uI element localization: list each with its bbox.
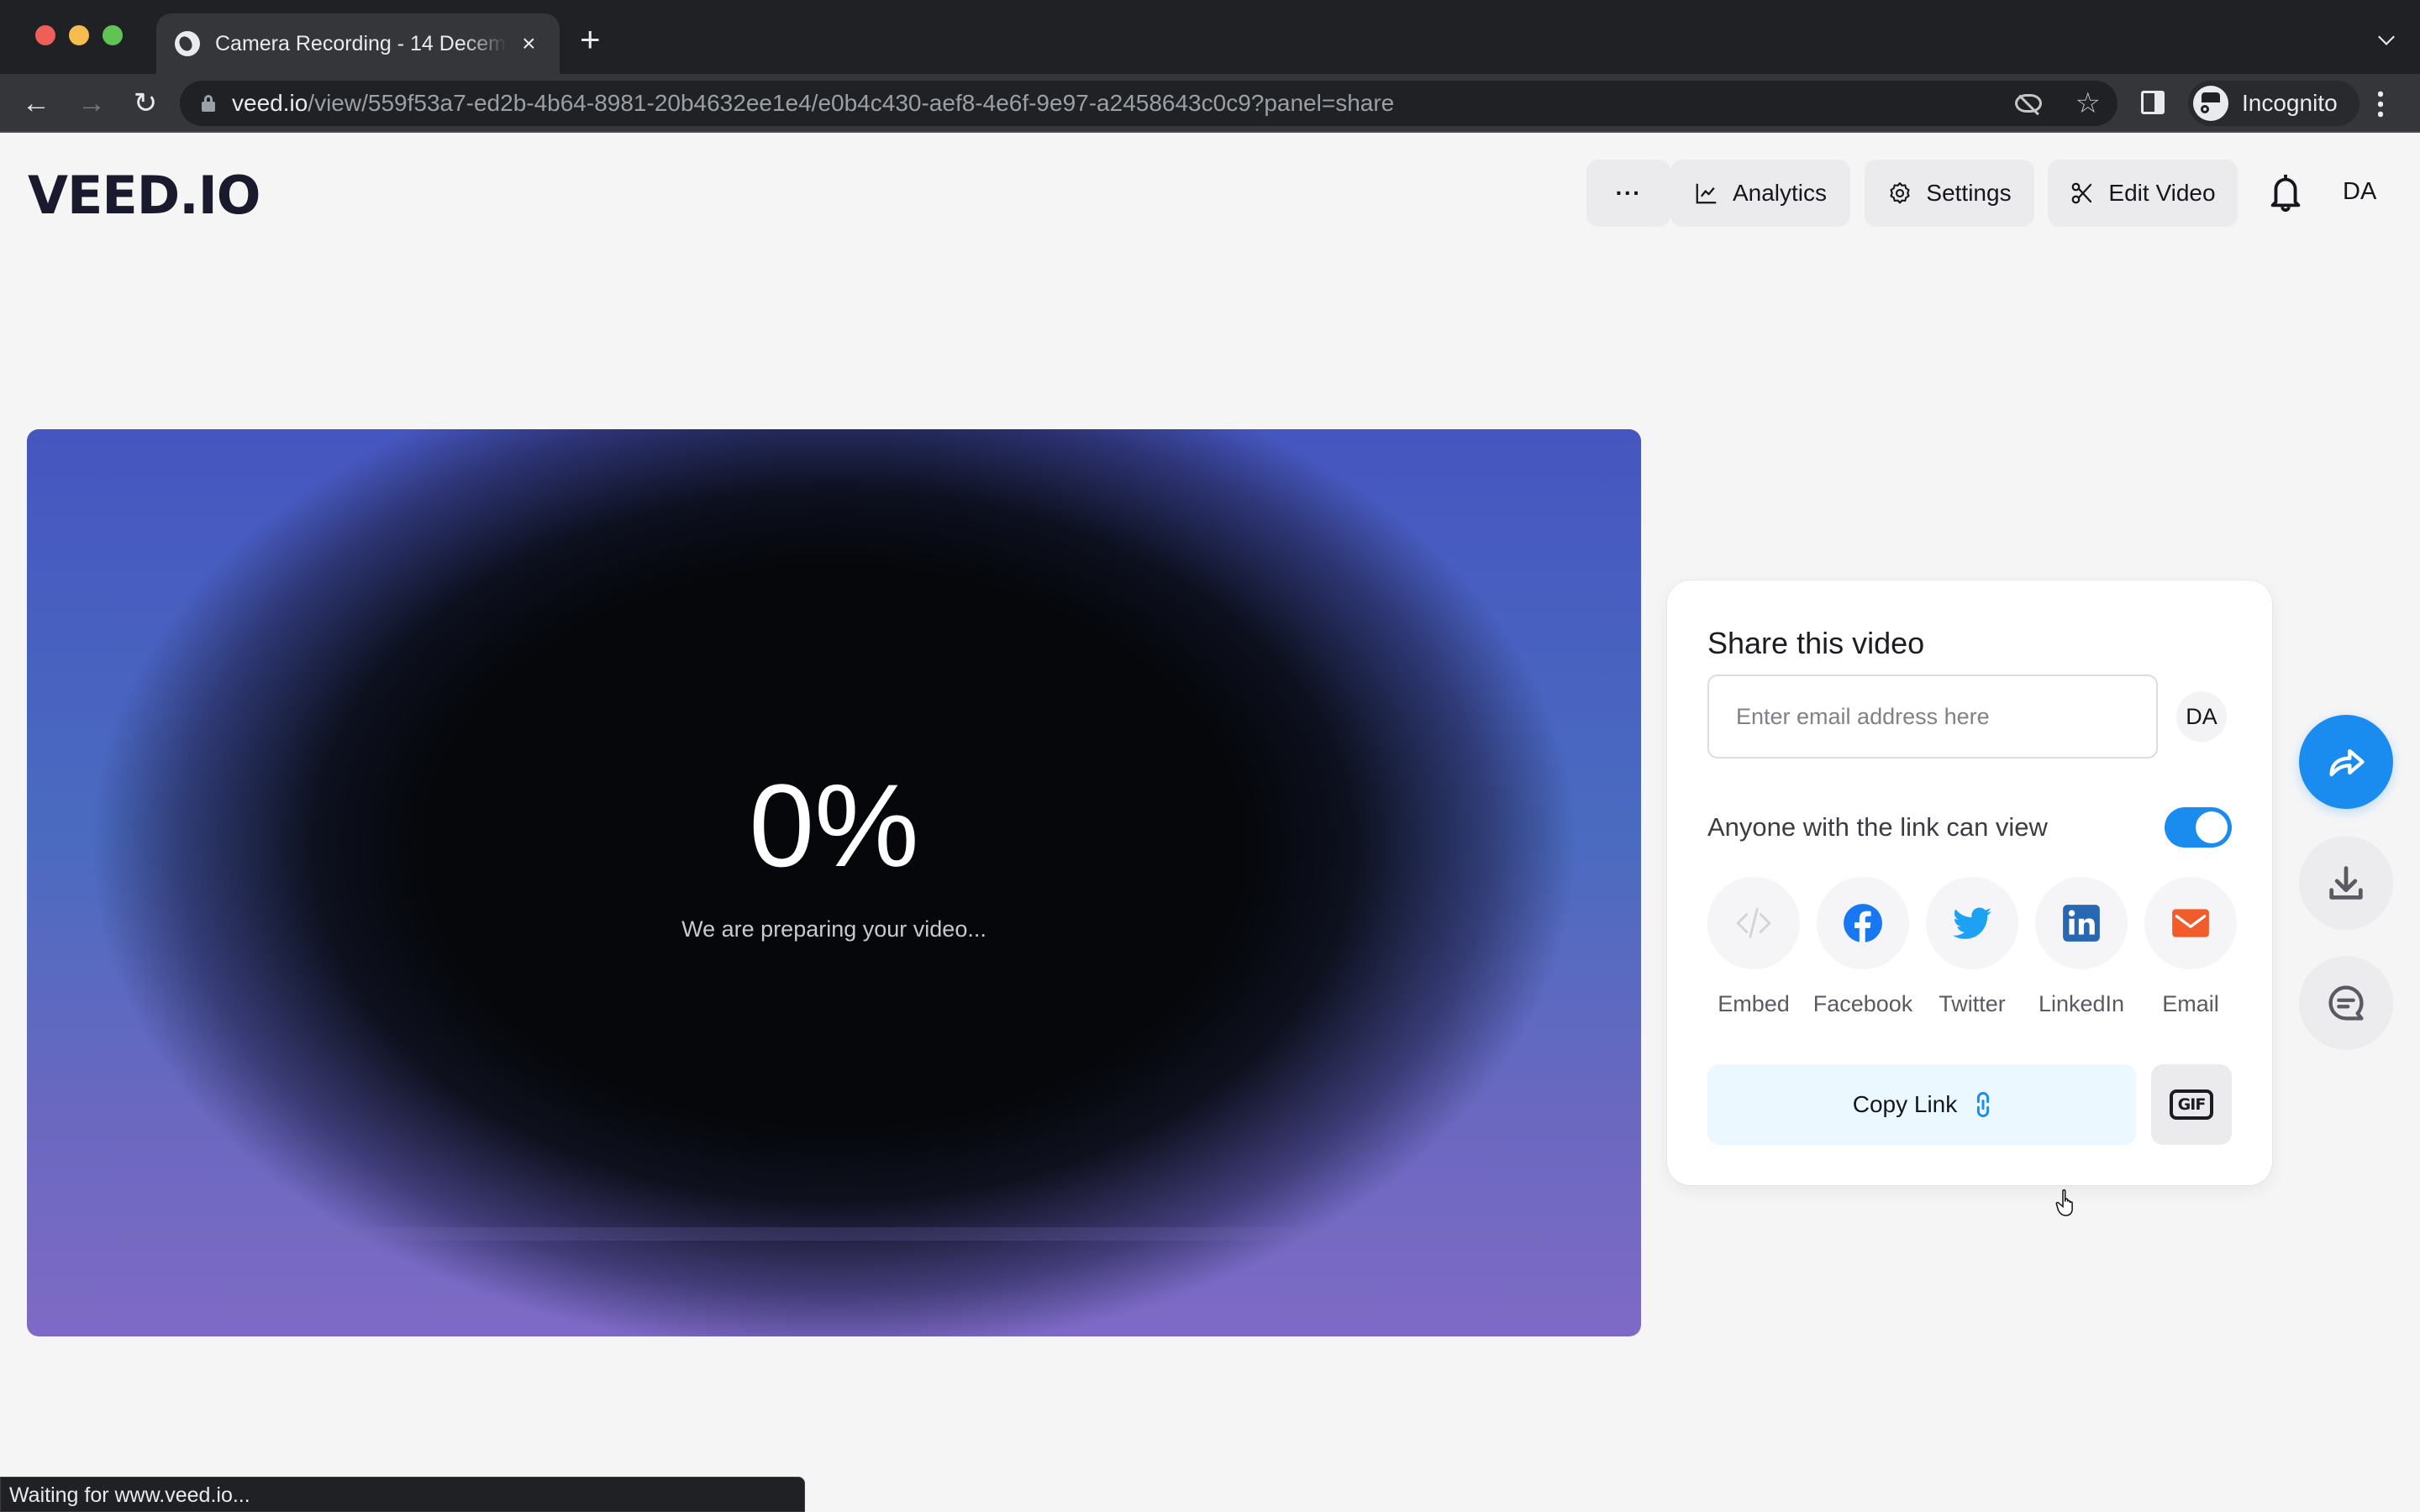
browser-titlebar: Camera Recording - 14 December × + bbox=[0, 0, 2420, 74]
share-arrow-icon bbox=[2329, 748, 2365, 777]
share-email[interactable]: Email bbox=[2144, 877, 2237, 1017]
side-panel-icon[interactable] bbox=[2141, 91, 2165, 114]
analytics-label: Analytics bbox=[1732, 180, 1828, 206]
incognito-label: Incognito bbox=[2242, 90, 2338, 116]
url-path: /view/559f53a7-ed2b-4b64-8981-20b4632ee1… bbox=[308, 90, 1395, 116]
notifications-button[interactable] bbox=[2265, 171, 2306, 213]
browser-toolbar: ← → ↻ veed.io/view/559f53a7-ed2b-4b64-89… bbox=[0, 74, 2420, 133]
browser-status-bar: Waiting for www.veed.io... bbox=[0, 1477, 805, 1512]
gif-icon: GIF bbox=[2169, 1089, 2214, 1120]
facebook-icon bbox=[1844, 904, 1882, 942]
incognito-icon bbox=[2193, 86, 2228, 121]
lock-icon bbox=[202, 95, 215, 112]
processing-percent: 0% bbox=[749, 759, 919, 891]
settings-button[interactable]: Settings bbox=[1865, 160, 2034, 227]
reload-button[interactable]: ↻ bbox=[128, 86, 163, 121]
new-tab-button[interactable]: + bbox=[580, 22, 601, 57]
comment-icon bbox=[2328, 985, 2364, 1021]
linkedin-icon bbox=[2063, 905, 2100, 942]
url-host: veed.io bbox=[232, 90, 308, 116]
more-options-button[interactable]: ··· bbox=[1586, 160, 1670, 227]
share-embed-button[interactable] bbox=[1707, 877, 1800, 969]
video-player[interactable]: 0% We are preparing your video... bbox=[27, 429, 1641, 1336]
download-icon bbox=[2329, 866, 2363, 900]
collaborator-avatar[interactable]: DA bbox=[2176, 691, 2227, 742]
gear-icon bbox=[1890, 182, 1910, 204]
share-linkedin-button[interactable] bbox=[2035, 877, 2128, 969]
close-window-button[interactable] bbox=[35, 25, 55, 45]
share-panel: Share this video DA Anyone with the link… bbox=[1667, 580, 2272, 1185]
share-twitter-button[interactable] bbox=[1926, 877, 2018, 969]
share-embed-label: Embed bbox=[1718, 991, 1790, 1016]
share-embed[interactable]: Embed bbox=[1707, 877, 1800, 1017]
scissors-icon bbox=[2072, 182, 2092, 204]
user-avatar[interactable]: DA bbox=[2343, 178, 2376, 206]
download-button[interactable] bbox=[2299, 836, 2393, 930]
share-targets: Embed Facebook Twitter LinkedIn Email bbox=[1707, 877, 2237, 1017]
link-chain-icon bbox=[1977, 1092, 1990, 1117]
back-button[interactable]: ← bbox=[18, 86, 54, 121]
edit-video-button[interactable]: Edit Video bbox=[2048, 160, 2238, 227]
processing-message: We are preparing your video... bbox=[681, 916, 986, 942]
link-permission-label: Anyone with the link can view bbox=[1707, 812, 2048, 842]
toggle-knob bbox=[2196, 811, 2228, 843]
embed-code-icon bbox=[1736, 907, 1771, 939]
share-fab[interactable] bbox=[2299, 715, 2393, 809]
tab-title: Camera Recording - 14 December bbox=[215, 31, 507, 55]
chevron-down-icon[interactable] bbox=[2378, 29, 2395, 45]
browser-tab[interactable]: Camera Recording - 14 December × bbox=[156, 13, 560, 74]
tracking-blocked-icon[interactable] bbox=[2014, 94, 2042, 113]
copy-link-button[interactable]: Copy Link bbox=[1707, 1064, 2136, 1145]
bell-icon bbox=[2270, 174, 2301, 213]
browser-menu-icon[interactable] bbox=[2378, 89, 2383, 118]
tab-close-button[interactable]: × bbox=[517, 30, 541, 57]
globe-icon bbox=[175, 31, 200, 56]
comments-button[interactable] bbox=[2299, 956, 2393, 1050]
settings-label: Settings bbox=[1926, 180, 2012, 206]
share-title: Share this video bbox=[1707, 626, 1925, 660]
hand-pointer-cursor-icon bbox=[2055, 1189, 2073, 1216]
bookmark-star-icon[interactable]: ☆ bbox=[2075, 89, 2101, 118]
analytics-chart-icon bbox=[1696, 183, 1717, 204]
share-facebook-label: Facebook bbox=[1812, 991, 1913, 1016]
link-permission-toggle[interactable] bbox=[2165, 807, 2232, 848]
share-twitter[interactable]: Twitter bbox=[1926, 877, 2018, 1017]
twitter-icon bbox=[1953, 907, 1991, 939]
share-email-button[interactable] bbox=[2144, 877, 2237, 969]
ellipsis-icon: ··· bbox=[1615, 180, 1642, 206]
processing-progress-bar bbox=[121, 1227, 1546, 1241]
email-input[interactable] bbox=[1707, 675, 2158, 759]
analytics-button[interactable]: Analytics bbox=[1670, 160, 1850, 227]
share-linkedin-label: LinkedIn bbox=[2038, 991, 2125, 1016]
share-facebook-button[interactable] bbox=[1817, 877, 1909, 969]
url-text: veed.io/view/559f53a7-ed2b-4b64-8981-20b… bbox=[232, 90, 1394, 117]
address-bar[interactable]: veed.io/view/559f53a7-ed2b-4b64-8981-20b… bbox=[180, 81, 2118, 126]
incognito-profile-button[interactable]: Incognito bbox=[2188, 81, 2360, 126]
forward-button[interactable]: → bbox=[74, 86, 109, 121]
gif-button[interactable]: GIF bbox=[2151, 1064, 2232, 1145]
share-facebook[interactable]: Facebook bbox=[1813, 877, 1912, 1017]
email-icon bbox=[2172, 909, 2209, 937]
edit-video-label: Edit Video bbox=[2108, 180, 2216, 206]
copy-link-label: Copy Link bbox=[1852, 1091, 1958, 1117]
maximize-window-button[interactable] bbox=[103, 25, 123, 45]
minimize-window-button[interactable] bbox=[69, 25, 89, 45]
share-linkedin[interactable]: LinkedIn bbox=[2035, 877, 2128, 1017]
share-twitter-label: Twitter bbox=[1939, 991, 2006, 1016]
share-email-label: Email bbox=[2162, 991, 2219, 1016]
veed-logo[interactable]: VEED.IO bbox=[28, 165, 260, 226]
